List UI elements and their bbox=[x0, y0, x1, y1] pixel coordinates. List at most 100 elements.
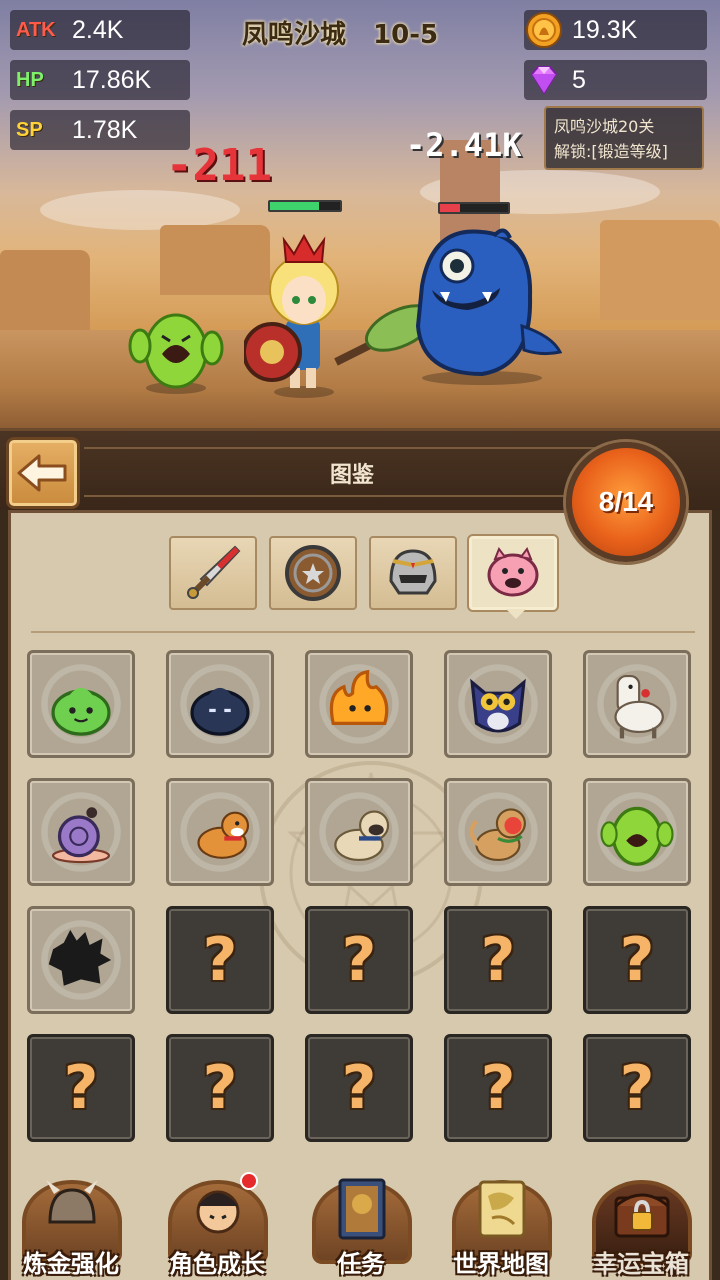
question-mark: ? bbox=[341, 925, 377, 995]
quest-book-icon bbox=[338, 1178, 386, 1240]
green-slime-icon bbox=[41, 664, 121, 744]
owl-icon bbox=[458, 664, 538, 744]
nav-label: 炼金强化 bbox=[23, 1250, 119, 1278]
fire-slime-icon bbox=[319, 664, 399, 744]
back-button[interactable] bbox=[6, 437, 80, 509]
nav-quest[interactable]: 任务 bbox=[294, 1174, 428, 1280]
tab-shield[interactable] bbox=[269, 536, 357, 610]
locked-monster-card[interactable]: ? bbox=[166, 906, 274, 1014]
locked-monster-card[interactable]: ? bbox=[444, 906, 552, 1014]
monster-card[interactable] bbox=[27, 778, 135, 886]
unlock-condition-text: 解锁:[锻造等级] bbox=[554, 142, 668, 161]
notification-dot bbox=[240, 1172, 258, 1190]
locked-monster-card[interactable]: ? bbox=[583, 906, 691, 1014]
gem-counter[interactable]: 5 bbox=[524, 60, 707, 100]
silhouette-icon bbox=[41, 920, 121, 1000]
monkey-icon bbox=[458, 792, 538, 872]
question-mark: ? bbox=[480, 1053, 516, 1123]
monster-card[interactable] bbox=[27, 906, 135, 1014]
nav-label: 角色成长 bbox=[169, 1250, 265, 1278]
shiba-dog-icon bbox=[180, 792, 260, 872]
locked-monster-card[interactable]: ? bbox=[305, 906, 413, 1014]
hp-label: HP bbox=[16, 68, 44, 91]
rock-mesa bbox=[0, 250, 90, 330]
tab-weapon[interactable] bbox=[169, 536, 257, 610]
sword-icon bbox=[187, 545, 241, 599]
gold-coin-icon bbox=[526, 12, 562, 48]
nav-label: 任务 bbox=[337, 1250, 385, 1278]
question-mark: ? bbox=[619, 925, 655, 995]
monster-card[interactable] bbox=[166, 778, 274, 886]
locked-monster-card[interactable]: ? bbox=[444, 1034, 552, 1142]
gem-icon bbox=[530, 66, 558, 95]
monster-card[interactable] bbox=[166, 650, 274, 758]
locked-monster-card[interactable]: ? bbox=[583, 1034, 691, 1142]
monster-card[interactable] bbox=[444, 650, 552, 758]
sp-stat: SP 1.78K bbox=[10, 110, 190, 150]
nav-alchemy[interactable]: 炼金强化 bbox=[4, 1174, 138, 1280]
monster-card[interactable] bbox=[27, 650, 135, 758]
gold-counter[interactable]: 19.3K bbox=[524, 10, 707, 50]
enemy-damage-number: -2.41K bbox=[406, 126, 522, 164]
enemy-hp-bar bbox=[438, 202, 510, 214]
rock-mesa bbox=[600, 220, 720, 320]
collection-panel bbox=[8, 510, 712, 1280]
locked-monster-card[interactable]: ? bbox=[166, 1034, 274, 1142]
panel-title: 图鉴 bbox=[330, 463, 375, 488]
cactus-monster-icon bbox=[597, 792, 677, 872]
cactus-monster-sprite bbox=[128, 313, 224, 394]
question-mark: ? bbox=[202, 1053, 238, 1123]
tab-helmet[interactable] bbox=[369, 536, 457, 610]
player-hp-fill bbox=[270, 202, 319, 210]
pug-dog-icon bbox=[319, 792, 399, 872]
monster-card[interactable] bbox=[583, 778, 691, 886]
unlock-tooltip[interactable]: 凤鸣沙城20关 解锁:[锻造等级] bbox=[544, 106, 704, 170]
question-mark: ? bbox=[619, 1053, 655, 1123]
atk-stat: ATK 2.4K bbox=[10, 10, 190, 50]
helmet-icon bbox=[389, 549, 437, 595]
atk-label: ATK bbox=[16, 18, 56, 41]
nav-lucky-chest[interactable]: 幸运宝箱 bbox=[574, 1174, 708, 1280]
nav-label: 幸运宝箱 bbox=[593, 1250, 689, 1278]
alpaca-icon bbox=[597, 664, 677, 744]
monster-card[interactable] bbox=[444, 778, 552, 886]
sp-label: SP bbox=[16, 118, 43, 141]
back-arrow-icon bbox=[17, 454, 67, 492]
stage-title: 凤鸣沙城 10-5 bbox=[242, 14, 438, 51]
battle-scene: ATK 2.4K HP 17.86K SP 1.78K 凤鸣沙城 10-5 19… bbox=[0, 0, 720, 428]
pig-monster-icon bbox=[487, 546, 539, 597]
snail-icon bbox=[41, 792, 121, 872]
alchemy-helmet-icon bbox=[46, 1180, 98, 1224]
tab-monster[interactable] bbox=[469, 536, 557, 619]
question-mark: ? bbox=[480, 925, 516, 995]
locked-monster-card[interactable]: ? bbox=[27, 1034, 135, 1142]
unlock-stage-text: 凤鸣沙城20关 bbox=[554, 117, 655, 136]
nav-character[interactable]: 角色成长 bbox=[150, 1172, 284, 1280]
dark-slime-icon bbox=[180, 664, 260, 744]
question-mark: ? bbox=[341, 1053, 377, 1123]
cloud bbox=[40, 190, 240, 230]
world-map-icon bbox=[478, 1180, 526, 1238]
stage-level: 10-5 bbox=[373, 20, 439, 50]
nav-world-map[interactable]: 世界地图 bbox=[434, 1174, 568, 1280]
collection-counter: 8/14 bbox=[566, 442, 686, 562]
question-mark: ? bbox=[202, 925, 238, 995]
enemy-hp-fill bbox=[440, 204, 461, 212]
question-mark: ? bbox=[63, 1053, 99, 1123]
monster-card[interactable] bbox=[305, 650, 413, 758]
gold-value: 19.3K bbox=[572, 15, 638, 44]
player-damage-number: -211 bbox=[166, 140, 272, 191]
locked-monster-card[interactable]: ? bbox=[305, 1034, 413, 1142]
atk-value: 2.4K bbox=[72, 15, 124, 44]
lucky-chest-icon bbox=[614, 1193, 670, 1238]
hp-stat: HP 17.86K bbox=[10, 60, 190, 100]
stage-name: 凤鸣沙城 bbox=[242, 20, 347, 50]
blue-cyclops-sprite bbox=[415, 228, 563, 385]
character-icon bbox=[196, 1190, 240, 1234]
monster-card[interactable] bbox=[305, 778, 413, 886]
sp-value: 1.78K bbox=[72, 115, 138, 144]
active-tab-pointer bbox=[506, 609, 526, 619]
hp-value: 17.86K bbox=[72, 65, 152, 94]
shield-icon bbox=[285, 545, 341, 601]
monster-card[interactable] bbox=[583, 650, 691, 758]
